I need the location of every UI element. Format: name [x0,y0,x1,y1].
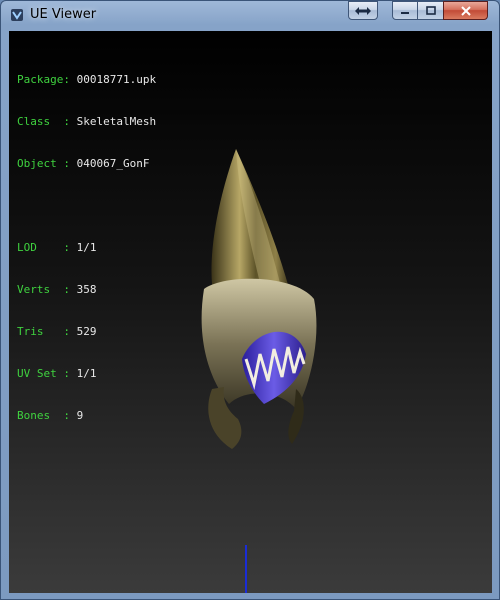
z-axis-line [245,545,247,593]
info-verts: Verts : 358 [17,283,97,296]
title-bar[interactable]: UE Viewer [1,1,499,31]
close-button[interactable] [443,1,488,20]
maximize-icon [425,5,436,15]
minimize-icon [401,11,409,14]
app-window: UE Viewer Package: 00018771.upk Class : … [0,0,500,600]
info-bones: Bones : 9 [17,409,84,422]
swap-button[interactable] [348,1,378,20]
mesh-info-overlay: Package: 00018771.upk Class : SkeletalMe… [17,45,156,451]
swap-arrows-icon [355,6,371,15]
window-title: UE Viewer [30,7,97,22]
ue-viewer-app-icon [11,9,23,21]
info-object: Object : 040067_GonF [17,157,150,170]
3d-viewport[interactable]: Package: 00018771.upk Class : SkeletalMe… [9,31,492,593]
info-spacer [17,199,156,213]
close-icon [460,5,471,16]
helmet-mesh [201,149,317,449]
info-class: Class : SkeletalMesh [17,115,157,128]
info-uvset: UV Set : 1/1 [17,367,97,380]
minimize-button[interactable] [392,1,418,20]
maximize-button[interactable] [417,1,444,20]
info-lod: LOD : 1/1 [17,241,97,254]
info-tris: Tris : 529 [17,325,97,338]
info-package: Package: 00018771.upk [17,73,157,86]
